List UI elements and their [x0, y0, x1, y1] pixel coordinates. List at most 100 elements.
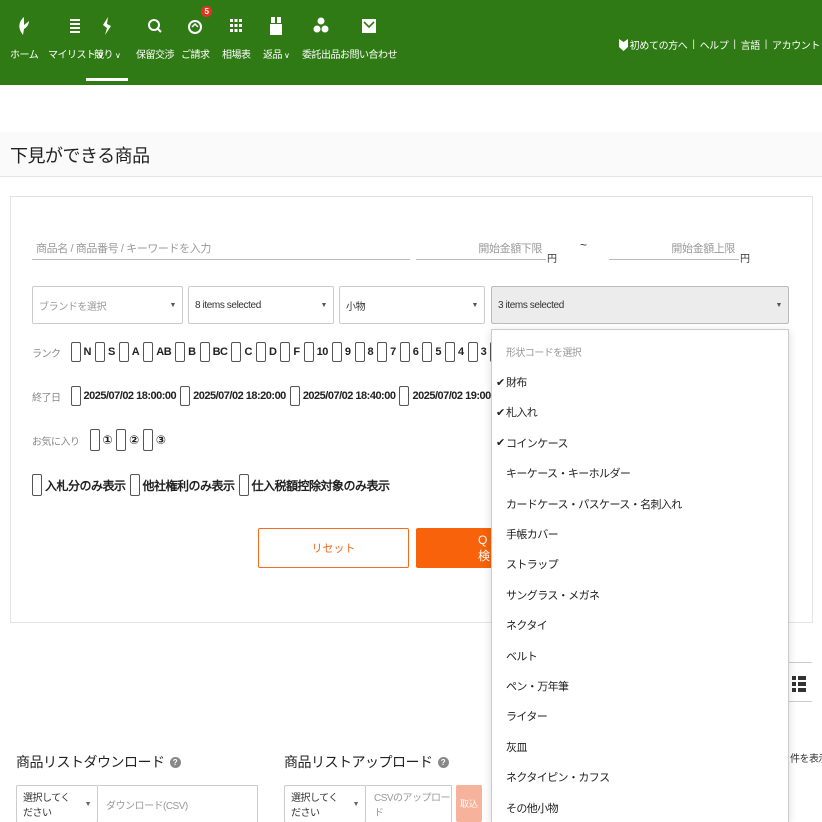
- link-beginner[interactable]: 初めての方へ: [630, 37, 688, 52]
- nav-item-billing[interactable]: 5 ご請求: [181, 6, 213, 61]
- dropdown-option[interactable]: ストラップ: [492, 551, 788, 577]
- checkbox-option[interactable]: AB: [143, 342, 172, 362]
- upload-select[interactable]: 選択してください ▼: [284, 785, 366, 822]
- checkbox-box[interactable]: [89, 429, 100, 451]
- dropdown-option[interactable]: ライター: [492, 703, 788, 729]
- checkbox-label: 入札分のみ表示: [45, 478, 126, 493]
- checkbox-box[interactable]: [199, 342, 210, 362]
- checkbox-box[interactable]: [116, 429, 127, 451]
- checkbox-box[interactable]: [143, 342, 154, 362]
- keyword-input[interactable]: [32, 238, 410, 260]
- dropdown-option[interactable]: ネクタイピン・カフス: [492, 764, 788, 790]
- dropdown-option[interactable]: カードケース・パスケース・名刺入れ: [492, 491, 788, 517]
- dropdown-option[interactable]: ✔ コインケース: [492, 430, 788, 456]
- checkbox-option[interactable]: 4: [445, 342, 464, 362]
- checkbox-box[interactable]: [70, 386, 81, 406]
- download-select[interactable]: 選択してください ▼: [16, 785, 98, 822]
- checkbox-box[interactable]: [118, 342, 129, 362]
- checkbox-box[interactable]: [303, 342, 314, 362]
- dropdown-option[interactable]: キーケース・キーホルダー: [492, 460, 788, 486]
- checkbox-box[interactable]: [238, 474, 249, 496]
- checkbox-option[interactable]: F: [280, 342, 300, 362]
- checkbox-box[interactable]: [70, 342, 81, 362]
- dropdown-option[interactable]: その他小物: [492, 795, 788, 821]
- nav-item-contact[interactable]: お問い合わせ: [340, 14, 398, 61]
- dropdown-option[interactable]: サングラス・メガネ: [492, 582, 788, 608]
- nav-item-auction[interactable]: 競り ∨: [94, 14, 121, 61]
- dropdown-option[interactable]: ペン・万年筆: [492, 673, 788, 699]
- checkbox-option[interactable]: 8: [354, 342, 374, 362]
- checkbox-option[interactable]: B: [175, 342, 196, 362]
- nav-item-home[interactable]: ホーム: [10, 14, 39, 61]
- checkbox-option[interactable]: 入札分のみ表示: [32, 474, 126, 496]
- dropdown-option[interactable]: 灰皿: [492, 734, 788, 760]
- checkbox-option[interactable]: ③: [142, 429, 166, 451]
- checkbox-box[interactable]: [354, 342, 365, 362]
- checkbox-box[interactable]: [94, 342, 105, 362]
- type-select[interactable]: 小物 ▼: [339, 286, 485, 324]
- checkbox-box[interactable]: [280, 342, 291, 362]
- checkbox-option[interactable]: 2025/07/02 18:40:00: [289, 386, 396, 406]
- checkbox-box[interactable]: [377, 342, 388, 362]
- checkbox-box[interactable]: [422, 342, 433, 362]
- nav-item-consignment[interactable]: 委託出品: [302, 14, 341, 61]
- upload-import-button[interactable]: 取込: [456, 785, 482, 822]
- checkbox-option[interactable]: 3: [467, 342, 487, 362]
- checkbox-option[interactable]: A: [118, 342, 140, 362]
- help-icon[interactable]: ?: [437, 756, 449, 768]
- search-button[interactable]: Q 検: [416, 528, 496, 568]
- dropdown-option[interactable]: ✔ 札入れ: [492, 399, 788, 425]
- checkbox-option[interactable]: D: [255, 342, 277, 362]
- dropdown-option[interactable]: ネクタイ: [492, 612, 788, 638]
- checkbox-option[interactable]: ②: [116, 429, 139, 451]
- nav-item-return[interactable]: 返品 ∨: [263, 14, 290, 61]
- help-icon[interactable]: ?: [169, 756, 181, 768]
- checkbox-option[interactable]: BC: [199, 342, 228, 362]
- checkbox-option[interactable]: ①: [89, 429, 113, 451]
- price-max-input[interactable]: [609, 238, 739, 260]
- upload-csv-input[interactable]: CSVのアップロード: [366, 785, 452, 822]
- checkbox-box[interactable]: [175, 342, 186, 362]
- checkbox-option[interactable]: 7: [377, 342, 396, 362]
- checkbox-option[interactable]: 5: [422, 342, 441, 362]
- checkbox-box[interactable]: [445, 342, 455, 362]
- link-account[interactable]: アカウント: [772, 37, 820, 52]
- reset-button[interactable]: リセット: [258, 528, 409, 568]
- consignment-icon: [310, 14, 332, 38]
- link-language[interactable]: 言語: [741, 37, 761, 52]
- brand-select[interactable]: ブランドを選択 ▼: [32, 286, 183, 324]
- checkbox-option[interactable]: 2025/07/02 19:00:00: [399, 386, 506, 406]
- checkbox-option[interactable]: 10: [303, 342, 328, 362]
- checkbox-box[interactable]: [331, 342, 342, 362]
- checkbox-box[interactable]: [32, 474, 42, 496]
- checkbox-box[interactable]: [142, 429, 153, 451]
- checkbox-box[interactable]: [231, 342, 242, 362]
- category-select[interactable]: 8 items selected ▼: [188, 286, 334, 324]
- dropdown-option[interactable]: 手帳カバー: [492, 521, 788, 547]
- checkbox-box[interactable]: [467, 342, 478, 362]
- dropdown-option[interactable]: ベルト: [492, 643, 788, 669]
- nav-item-market[interactable]: 相場表: [222, 14, 251, 61]
- checkbox-box[interactable]: [180, 386, 191, 406]
- checkbox-option[interactable]: C: [231, 342, 252, 362]
- shape-select[interactable]: 3 items selected ▼: [491, 286, 789, 324]
- checkbox-option[interactable]: 2025/07/02 18:00:00: [70, 386, 177, 406]
- checkbox-option[interactable]: N: [70, 342, 91, 362]
- checkbox-option[interactable]: 9: [331, 342, 351, 362]
- checkbox-option[interactable]: 他社権利のみ表示: [129, 474, 235, 496]
- download-csv-button[interactable]: ダウンロード(CSV): [98, 785, 258, 822]
- link-help[interactable]: ヘルプ: [700, 37, 729, 52]
- checkbox-option[interactable]: 2025/07/02 18:20:00: [180, 386, 286, 406]
- checkbox-box[interactable]: [255, 342, 266, 362]
- checkbox-box[interactable]: [129, 474, 140, 496]
- price-min-input[interactable]: [416, 238, 546, 260]
- checkbox-option[interactable]: 仕入税額控除対象のみ表示: [238, 474, 390, 496]
- checkbox-box[interactable]: [399, 342, 410, 362]
- checkbox-box[interactable]: [289, 386, 300, 406]
- checkbox-box[interactable]: [399, 386, 410, 406]
- top-nav: ホーム マイリスト ∨ 競り ∨ 保留交渉 5 ご請求 相場表 返品 ∨ 委託出…: [0, 0, 822, 85]
- checkbox-option[interactable]: 6: [399, 342, 419, 362]
- checkbox-option[interactable]: S: [94, 342, 115, 362]
- dropdown-option[interactable]: ✔ 財布: [492, 369, 788, 395]
- nav-item-negotiation[interactable]: 保留交渉: [136, 14, 175, 61]
